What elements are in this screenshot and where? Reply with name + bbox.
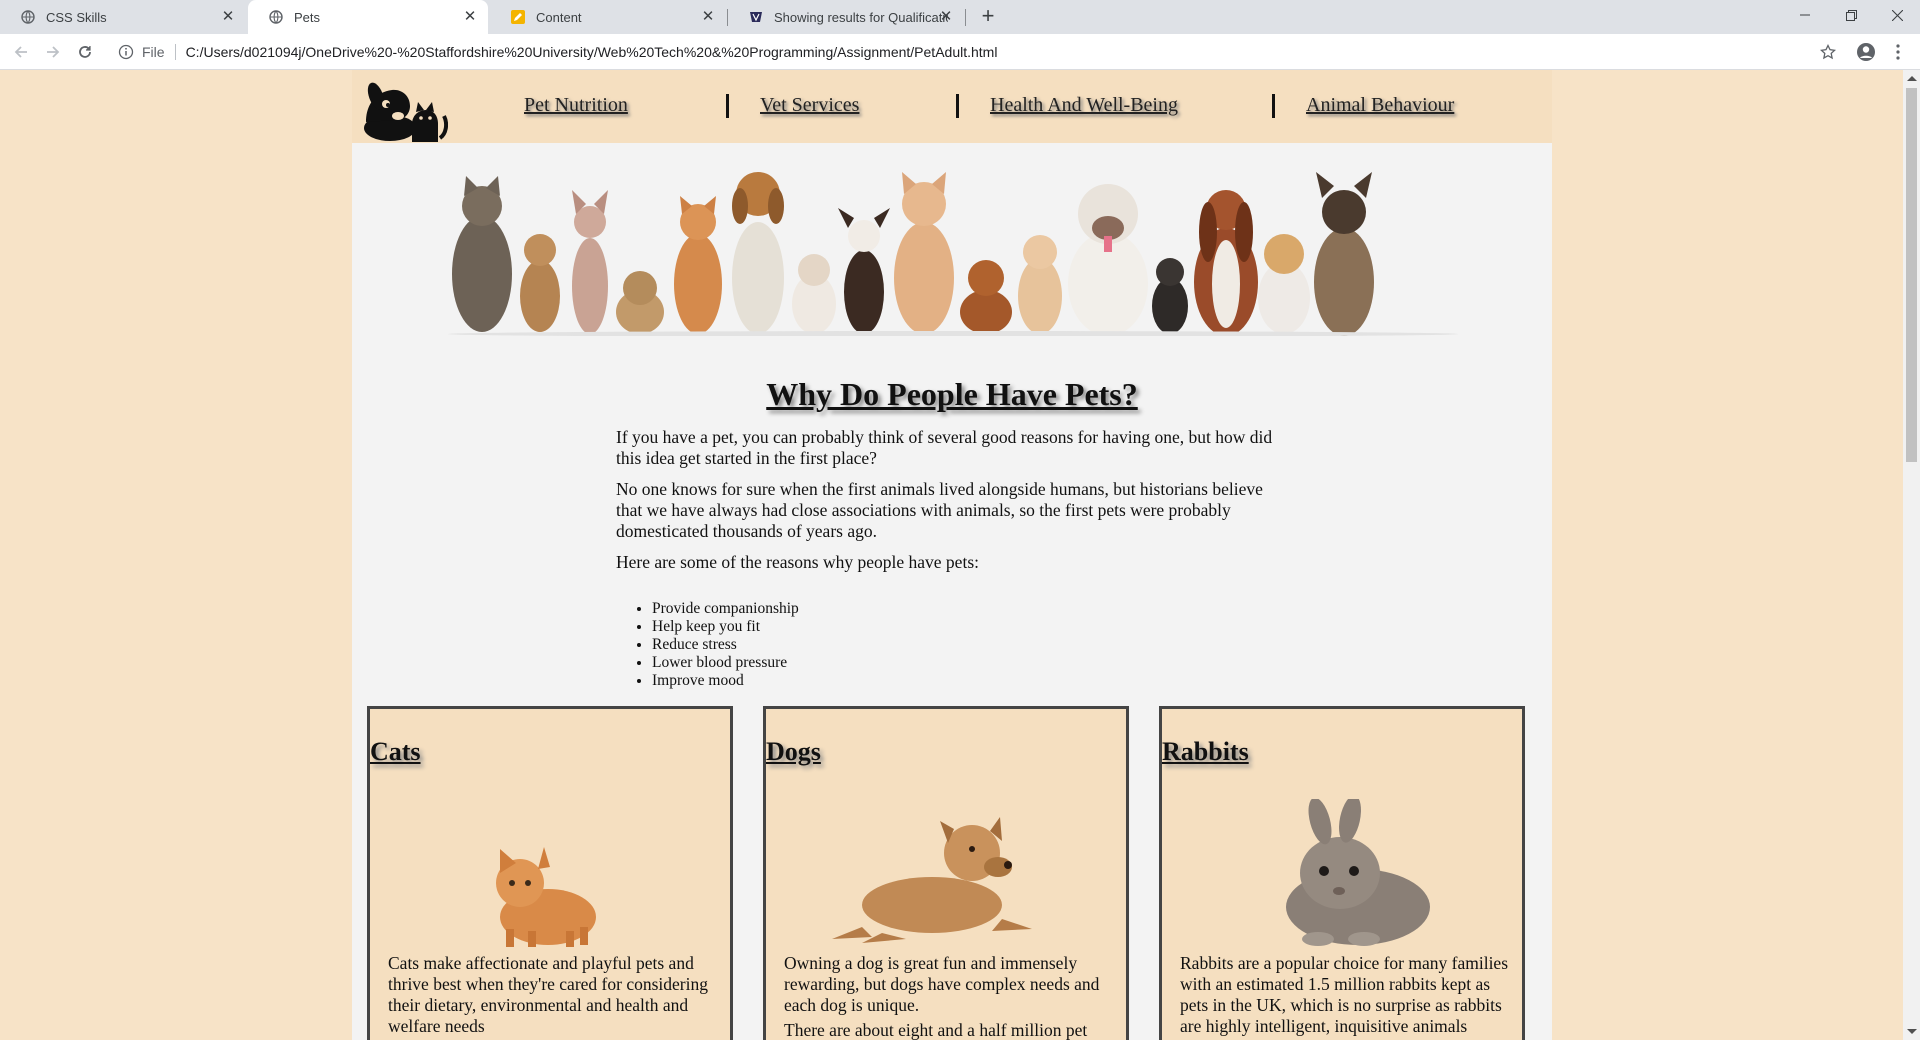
nav-link-vet-services[interactable]: Vet Services xyxy=(760,94,859,117)
globe-icon xyxy=(268,9,284,25)
cat-image xyxy=(496,847,596,947)
tab-pets[interactable]: Pets ✕ xyxy=(248,0,488,34)
close-window-button[interactable] xyxy=(1874,0,1920,30)
scrollbar-thumb[interactable] xyxy=(1906,88,1917,462)
info-icon[interactable] xyxy=(118,44,134,60)
address-bar[interactable]: File C:/Users/d021094j/OneDrive%20-%20St… xyxy=(108,38,1838,66)
tab-strip: CSS Skills ✕ Pets ✕ Content ✕ Showing re… xyxy=(0,0,1920,34)
address-divider xyxy=(174,44,176,60)
nav-divider xyxy=(1272,94,1275,118)
history-paragraph: No one knows for sure when the first ani… xyxy=(616,479,1263,541)
menu-kebab-icon[interactable] xyxy=(1886,40,1910,64)
list-item: Lower blood pressure xyxy=(652,654,799,672)
tab-label: CSS Skills xyxy=(46,9,107,25)
minimize-button[interactable] xyxy=(1782,0,1828,30)
nav-divider xyxy=(956,94,959,118)
forward-arrow-icon xyxy=(47,46,60,58)
tab-content[interactable]: Content ✕ xyxy=(490,0,726,34)
close-tab-icon[interactable]: ✕ xyxy=(938,9,954,25)
nav-divider xyxy=(726,94,729,118)
nav-link-pet-nutrition[interactable]: Pet Nutrition xyxy=(524,94,628,117)
restore-button[interactable] xyxy=(1828,0,1874,30)
account-avatar-icon[interactable] xyxy=(1854,40,1878,64)
address-scheme: File xyxy=(142,44,165,60)
page-title: Why Do People Have Pets? xyxy=(766,376,1138,412)
card-rabbits: Rabbits Rabbits are a popular choice for… xyxy=(1159,706,1525,1040)
card-title-dogs[interactable]: Dogs xyxy=(766,737,821,767)
browser-toolbar: File C:/Users/d021094j/OneDrive%20-%20St… xyxy=(0,34,1920,70)
card-text-rabbits: Rabbits are a popular choice for many fa… xyxy=(1180,953,1509,1036)
reload-button[interactable] xyxy=(73,40,97,64)
card-text-cats: Cats make affectionate and playful pets … xyxy=(388,953,708,1036)
reload-icon xyxy=(79,46,91,58)
page-viewport: Pet Nutrition Vet Services Health And We… xyxy=(0,70,1903,1040)
tab-divider xyxy=(965,9,966,26)
card-dogs: Dogs Owning a dog is great fun and immen… xyxy=(763,706,1129,1040)
vertical-scrollbar[interactable] xyxy=(1903,70,1920,1040)
nav-link-animal-behaviour[interactable]: Animal Behaviour xyxy=(1306,94,1454,117)
back-arrow-icon xyxy=(14,46,27,58)
close-tab-icon[interactable]: ✕ xyxy=(220,9,236,25)
list-item: Help keep you fit xyxy=(652,618,799,636)
tab-label: Showing results for Qualification xyxy=(774,9,948,25)
tab-label: Pets xyxy=(294,9,321,25)
scroll-down-icon[interactable] xyxy=(1907,1029,1917,1034)
card-cats: Cats Cats make affectionate and playful … xyxy=(367,706,733,1040)
list-item: Provide companionship xyxy=(652,600,799,618)
site-nav: Pet Nutrition Vet Services Health And We… xyxy=(352,70,1552,143)
intro-paragraph: If you have a pet, you can probably thin… xyxy=(616,427,1273,468)
back-button[interactable] xyxy=(9,40,33,64)
scroll-up-icon[interactable] xyxy=(1907,76,1917,81)
minimize-icon xyxy=(1800,14,1810,16)
list-item: Improve mood xyxy=(652,672,799,690)
reasons-list: Provide companionship Help keep you fit … xyxy=(616,600,799,690)
forward-button[interactable] xyxy=(41,40,65,64)
pencil-icon xyxy=(510,9,526,25)
pets-banner-image xyxy=(448,172,1458,336)
pets-logo-icon[interactable] xyxy=(354,78,448,142)
bookmark-star-icon[interactable] xyxy=(1816,40,1840,64)
card-text-dogs-1: Owning a dog is great fun and immensely … xyxy=(784,953,1100,1015)
tab-qualification-results[interactable]: Showing results for Qualification ✕ xyxy=(728,0,964,34)
list-item: Reduce stress xyxy=(652,636,799,654)
nav-link-health-and-well-being[interactable]: Health And Well-Being xyxy=(990,94,1178,117)
card-title-cats[interactable]: Cats xyxy=(370,737,421,767)
crest-icon xyxy=(748,9,764,25)
rabbit-image xyxy=(1286,799,1430,946)
tab-label: Content xyxy=(536,9,582,25)
dog-image xyxy=(832,817,1032,943)
content-container: Pet Nutrition Vet Services Health And We… xyxy=(352,70,1552,1040)
reasons-intro: Here are some of the reasons why people … xyxy=(616,552,979,572)
new-tab-button[interactable]: + xyxy=(976,5,1000,29)
tab-css-skills[interactable]: CSS Skills ✕ xyxy=(0,0,246,34)
globe-icon xyxy=(20,9,36,25)
card-text-dogs-2: There are about eight and a half million… xyxy=(784,1020,1088,1040)
address-url[interactable]: C:/Users/d021094j/OneDrive%20-%20Staffor… xyxy=(186,44,998,60)
close-tab-icon[interactable]: ✕ xyxy=(462,9,478,25)
close-icon xyxy=(1891,9,1903,21)
close-tab-icon[interactable]: ✕ xyxy=(700,9,716,25)
card-title-rabbits[interactable]: Rabbits xyxy=(1162,737,1249,767)
restore-icon xyxy=(1845,9,1857,21)
